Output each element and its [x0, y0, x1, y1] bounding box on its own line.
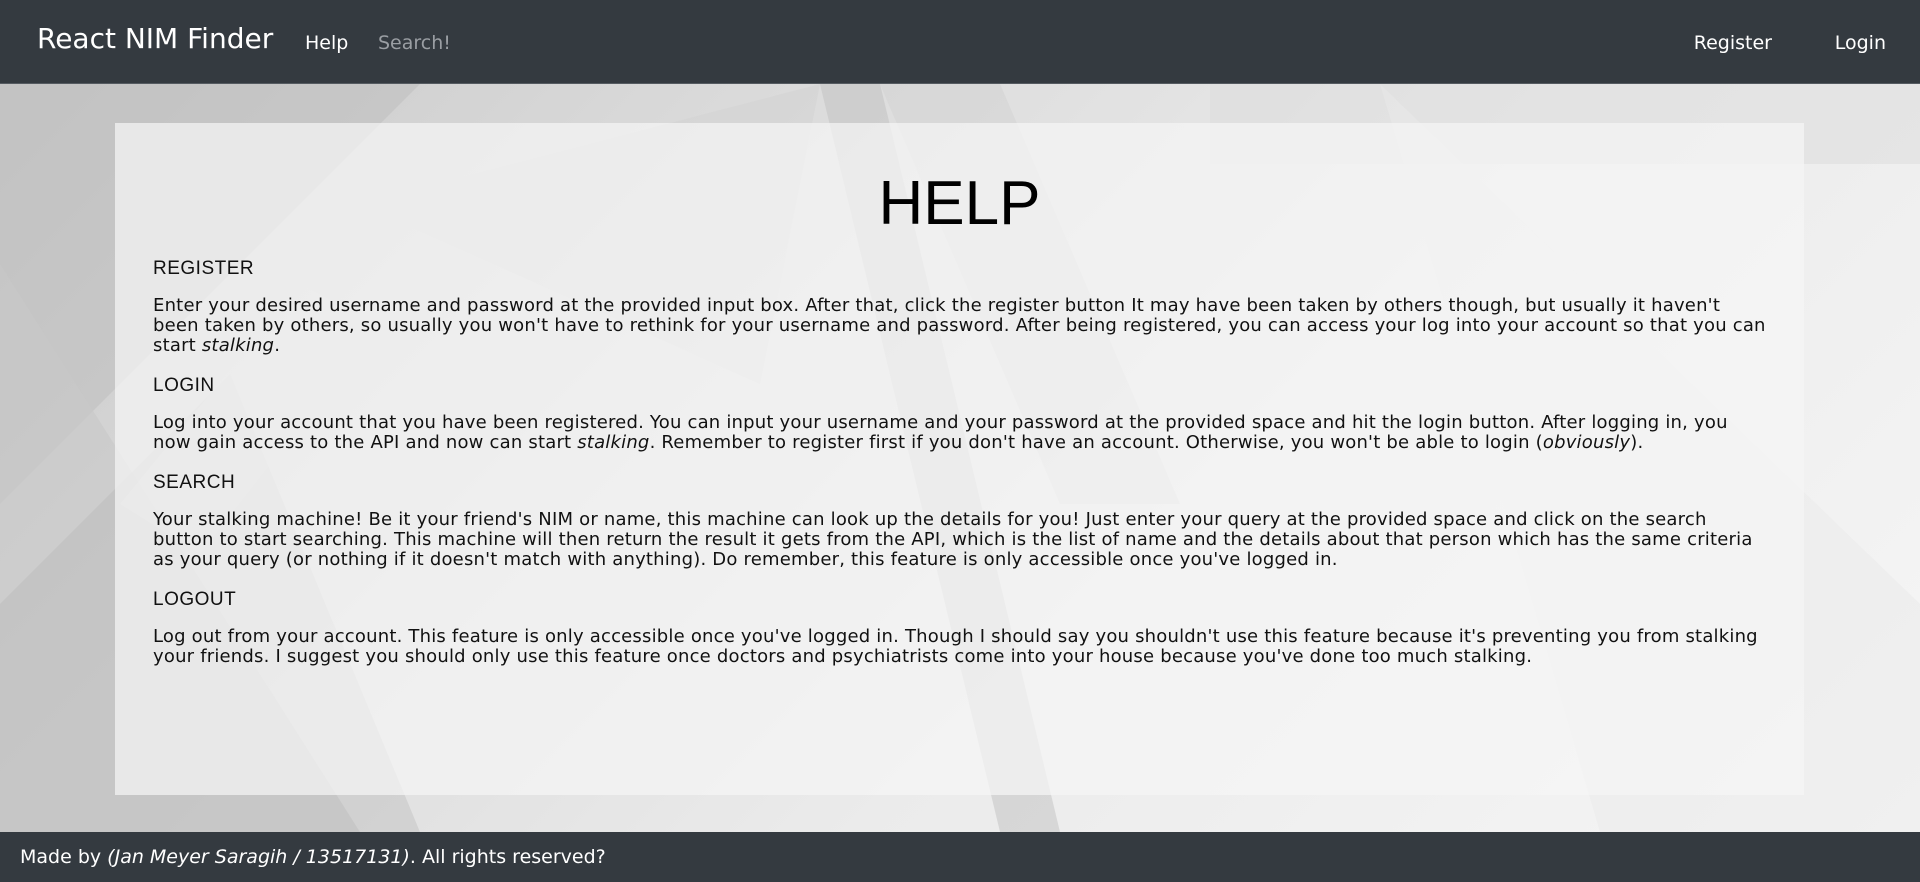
- footer: Made by (Jan Meyer Saragih / 13517131). …: [0, 832, 1920, 882]
- page-title: HELP: [878, 169, 1041, 238]
- section-text: . Remember to register first if you don'…: [649, 432, 1543, 453]
- section-body: Enter your desired username and password…: [153, 296, 1766, 356]
- footer-credits: Made by (Jan Meyer Saragih / 13517131). …: [20, 844, 606, 870]
- nav-help-link[interactable]: Help: [305, 29, 348, 57]
- footer-suffix: . All rights reserved?: [409, 846, 606, 868]
- help-section-search: SEARCH Your stalking machine! Be it your…: [153, 471, 1766, 570]
- section-text: .: [274, 335, 281, 356]
- section-text: ).: [1630, 432, 1644, 453]
- section-title: LOGOUT: [153, 589, 237, 610]
- section-title: LOGIN: [153, 375, 215, 396]
- section-body: Log out from your account. This feature …: [153, 626, 1758, 667]
- help-section-logout: LOGOUT Log out from your account. This f…: [153, 588, 1766, 667]
- section-emphasis: stalking: [201, 335, 275, 356]
- brand-logo-link[interactable]: React NIM Finder: [37, 20, 273, 58]
- footer-prefix: Made by: [20, 846, 108, 868]
- footer-author: (Jan Meyer Saragih / 13517131): [107, 846, 410, 868]
- section-body: Log into your account that you have been…: [153, 413, 1766, 453]
- section-title: REGISTER: [153, 258, 255, 279]
- top-navbar: React NIM Finder Help Search! Register L…: [0, 0, 1920, 84]
- help-card: HELP REGISTER Enter your desired usernam…: [115, 123, 1804, 795]
- nav-register-link[interactable]: Register: [1694, 29, 1772, 57]
- section-emphasis: stalking: [577, 432, 650, 453]
- nav-search-link[interactable]: Search!: [378, 29, 451, 57]
- section-text: Enter your desired username and password…: [153, 295, 1766, 356]
- section-body: Your stalking machine! Be it your friend…: [153, 509, 1753, 570]
- section-title: SEARCH: [153, 472, 236, 493]
- help-section-login: LOGIN Log into your account that you hav…: [153, 374, 1766, 453]
- nav-login-link[interactable]: Login: [1835, 29, 1886, 57]
- section-emphasis: obviously: [1542, 432, 1631, 453]
- help-section-register: REGISTER Enter your desired username and…: [153, 257, 1766, 356]
